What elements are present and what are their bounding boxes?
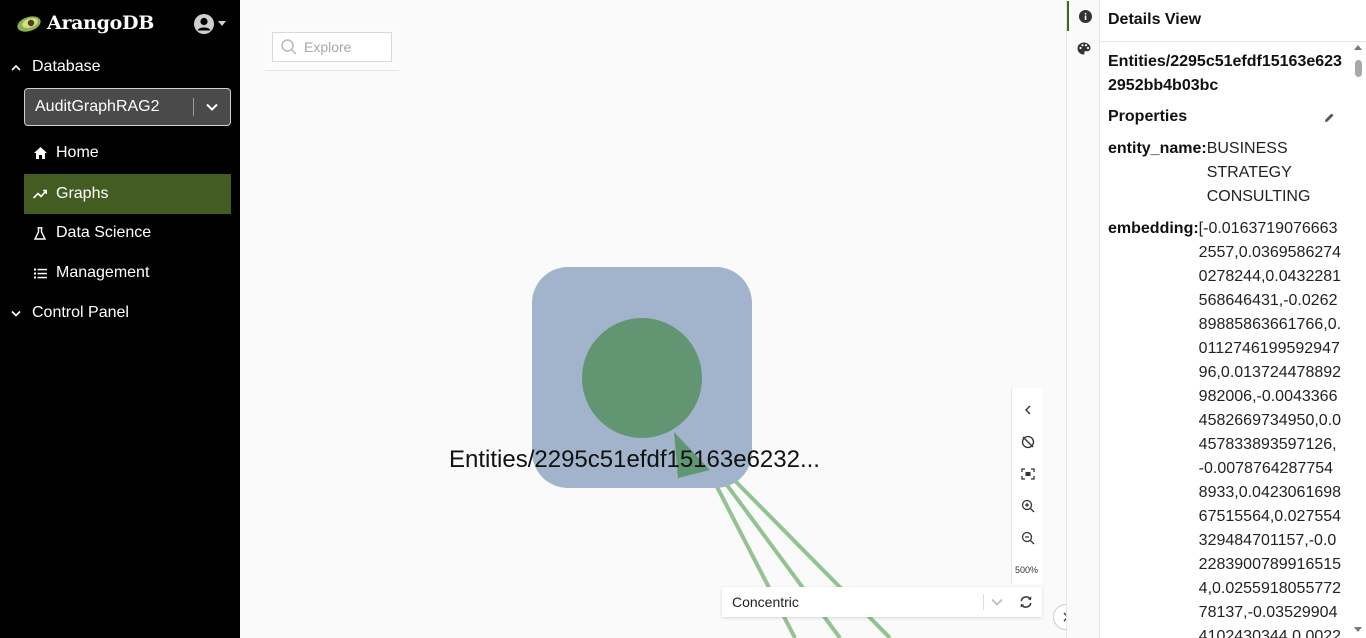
database-selector[interactable]: AuditGraphRAG2 bbox=[24, 88, 231, 126]
scroll-down-icon bbox=[1354, 627, 1362, 632]
pencil-icon bbox=[1325, 113, 1334, 122]
property-value: [-0.01637190766632557,0.0369586274027824… bbox=[1198, 220, 1342, 638]
app-name: ArangoDB bbox=[47, 12, 154, 34]
property-key: entity_name: bbox=[1108, 140, 1207, 157]
refresh-icon bbox=[1020, 596, 1032, 608]
sidebar-item-label: Data Science bbox=[56, 224, 152, 241]
chevron-down-icon bbox=[194, 103, 230, 111]
info-icon bbox=[1078, 9, 1092, 23]
database-section-toggle[interactable]: Database bbox=[0, 55, 240, 79]
details-panel: Details View Entities/2295c51efdf15163e6… bbox=[1100, 0, 1366, 638]
user-account-icon bbox=[194, 14, 214, 34]
trend-icon bbox=[24, 189, 56, 199]
sidebar-item-data-science[interactable]: Data Science bbox=[24, 213, 231, 253]
property-key: embedding: bbox=[1108, 220, 1199, 237]
collapse-toolbar-button[interactable] bbox=[1018, 400, 1038, 420]
layout-selector[interactable]: Concentric bbox=[722, 587, 1042, 617]
scrollbar-thumb[interactable] bbox=[1355, 60, 1362, 77]
property-row: embedding: [-0.01637190766632557,0.03695… bbox=[1108, 217, 1344, 638]
property-row: entity_name: BUSINESS STRATEGY CONSULTIN… bbox=[1108, 137, 1318, 209]
chevron-down-icon bbox=[0, 310, 32, 317]
sidebar-item-graphs[interactable]: Graphs bbox=[24, 174, 231, 214]
details-scrollbar[interactable] bbox=[1351, 45, 1365, 638]
node-label: Entities/2295c51efdf15163e6232... bbox=[449, 446, 820, 473]
database-selector-value: AuditGraphRAG2 bbox=[35, 98, 160, 115]
chevron-left-icon bbox=[1025, 405, 1031, 415]
graph-canvas[interactable]: Entities/2295c51efdf15163e6232... 500% C… bbox=[240, 0, 1066, 638]
hide-button[interactable] bbox=[1018, 432, 1038, 452]
logo[interactable]: ArangoDB bbox=[16, 10, 154, 36]
sidebar-item-label: Management bbox=[56, 264, 150, 281]
sidebar-item-label: Home bbox=[56, 144, 99, 161]
info-tab[interactable] bbox=[1067, 1, 1101, 31]
refresh-layout-button[interactable] bbox=[1010, 595, 1042, 609]
sidebar-item-home[interactable]: Home bbox=[24, 133, 231, 173]
list-icon bbox=[24, 268, 56, 279]
explore-search-box[interactable] bbox=[272, 32, 392, 62]
zoom-toolbar bbox=[1011, 388, 1042, 584]
details-title: Details View bbox=[1108, 11, 1202, 28]
avocado-logo-icon bbox=[17, 16, 41, 32]
sidebar-item-management[interactable]: Management bbox=[24, 253, 231, 293]
fit-screen-icon bbox=[1021, 468, 1035, 480]
details-icon-strip bbox=[1066, 0, 1100, 638]
scroll-up-icon bbox=[1354, 45, 1362, 50]
zoom-level: 500% bbox=[1014, 565, 1039, 575]
zoom-in-button[interactable] bbox=[1018, 496, 1038, 516]
layout-selector-value: Concentric bbox=[732, 594, 799, 610]
document-id: Entities/2295c51efdf15163e6232952bb4b03b… bbox=[1108, 53, 1342, 94]
zoom-in-icon bbox=[1021, 499, 1035, 513]
search-icon bbox=[281, 39, 297, 55]
graph-viewport bbox=[532, 267, 892, 638]
zoom-out-icon bbox=[1021, 531, 1035, 545]
details-header: Details View bbox=[1100, 0, 1366, 42]
property-value: BUSINESS STRATEGY CONSULTING bbox=[1206, 140, 1311, 205]
chevron-up-icon bbox=[0, 64, 32, 71]
eye-off-icon bbox=[1021, 435, 1035, 449]
control-panel-section-toggle[interactable]: Control Panel bbox=[0, 301, 240, 325]
search-panel bbox=[265, 25, 399, 71]
sidebar-item-label: Graphs bbox=[56, 185, 109, 202]
database-section-label: Database bbox=[32, 58, 101, 75]
control-panel-section-label: Control Panel bbox=[32, 304, 129, 321]
explore-search-input[interactable] bbox=[304, 39, 389, 55]
edit-properties-button[interactable] bbox=[1324, 110, 1335, 128]
zoom-out-button[interactable] bbox=[1018, 528, 1038, 548]
sidebar: ArangoDB Database AuditGraphRAG2 Home Gr bbox=[0, 0, 240, 638]
properties-title: Properties bbox=[1108, 108, 1188, 125]
home-icon bbox=[24, 147, 56, 159]
caret-down-icon bbox=[218, 21, 226, 26]
fit-to-screen-button[interactable] bbox=[1018, 464, 1038, 484]
style-tab[interactable] bbox=[1067, 33, 1101, 63]
graph-node[interactable] bbox=[582, 318, 702, 438]
flask-icon bbox=[24, 226, 56, 240]
chevron-down-icon[interactable] bbox=[984, 598, 1010, 606]
user-menu[interactable] bbox=[193, 13, 226, 35]
palette-icon bbox=[1077, 42, 1091, 54]
